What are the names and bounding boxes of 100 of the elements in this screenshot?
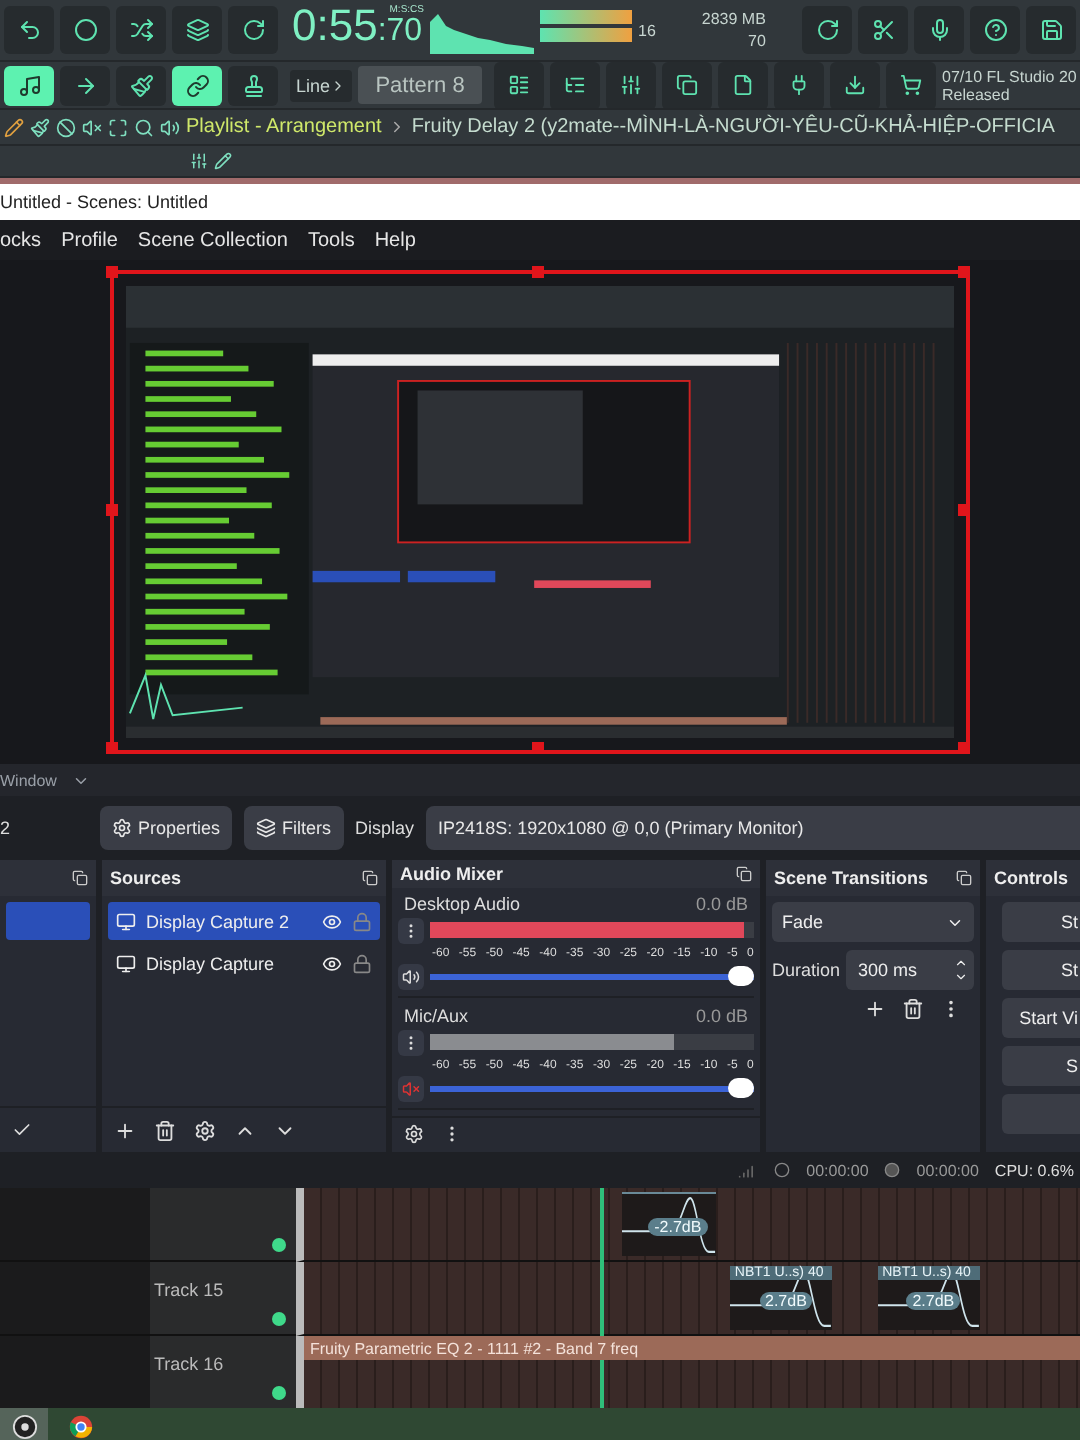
sliders-icon[interactable] — [190, 152, 208, 170]
channel-name: Desktop Audio — [404, 893, 521, 914]
undock-icon[interactable] — [956, 870, 972, 886]
menu-item[interactable]: Scene Collection — [137, 229, 288, 251]
track-header[interactable]: Track 16 — [150, 1336, 296, 1408]
track-header[interactable]: Track 15 — [150, 1262, 296, 1334]
add-icon[interactable] — [114, 1119, 136, 1141]
toolbar-button[interactable] — [228, 6, 278, 54]
eye-icon[interactable] — [322, 911, 342, 931]
settings-icon[interactable] — [404, 1124, 424, 1145]
toolbar-button[interactable] — [914, 6, 964, 54]
display-select[interactable]: IP2418S: 1920x1080 @ 0,0 (Primary Monitor) — [426, 806, 1080, 850]
toolbar-button[interactable] — [886, 62, 937, 108]
tool-button[interactable] — [60, 65, 110, 105]
download-icon — [844, 74, 867, 96]
toolbar-button[interactable] — [550, 62, 601, 108]
toolbar-button[interactable] — [970, 6, 1020, 54]
resize-handle[interactable] — [106, 266, 118, 278]
tool-button[interactable] — [4, 65, 54, 105]
toolbar-button[interactable] — [60, 6, 110, 54]
volume-slider[interactable] — [430, 966, 754, 987]
speaker-icon[interactable] — [398, 963, 424, 990]
snap-dropdown[interactable]: Line — [290, 69, 353, 101]
control-button[interactable]: St — [1002, 950, 1080, 990]
monitor-icon[interactable] — [116, 953, 136, 973]
stream-icon[interactable] — [884, 1162, 901, 1178]
taskbar-app[interactable] — [0, 1408, 48, 1440]
toolbar-button[interactable] — [4, 6, 54, 54]
control-button[interactable]: S — [1002, 1046, 1080, 1086]
source-item[interactable]: Display Capture 2 — [108, 902, 380, 940]
check-icon[interactable] — [12, 1120, 32, 1140]
filters-button[interactable]: Filters — [244, 806, 344, 850]
toolbar-button[interactable] — [606, 62, 657, 108]
ban-icon[interactable] — [56, 117, 76, 137]
transition-select[interactable]: Fade — [772, 902, 974, 942]
eye-icon[interactable] — [322, 953, 342, 973]
resize-handle[interactable] — [958, 266, 970, 278]
toolbar-button[interactable] — [858, 6, 908, 54]
mute-icon[interactable] — [82, 117, 102, 137]
control-button[interactable]: St — [1002, 902, 1080, 942]
toolbar-button[interactable] — [830, 62, 881, 108]
resize-handle[interactable] — [958, 504, 970, 516]
clip-value: -2.7dB — [648, 1218, 708, 1237]
track-led[interactable] — [272, 1238, 286, 1252]
properties-button[interactable]: Properties — [100, 806, 233, 850]
brush-icon[interactable] — [30, 117, 50, 137]
record-icon[interactable] — [774, 1162, 791, 1178]
pencil-icon[interactable] — [214, 152, 232, 170]
resize-handle[interactable] — [532, 266, 544, 278]
volume-slider[interactable] — [430, 1078, 754, 1099]
monitor-icon[interactable] — [116, 911, 136, 931]
trash-icon[interactable] — [154, 1119, 176, 1141]
resize-handle[interactable] — [106, 742, 118, 754]
resize-handle[interactable] — [106, 504, 118, 516]
toolbar-button[interactable] — [1026, 6, 1076, 54]
add-icon[interactable] — [864, 998, 886, 1020]
track-led[interactable] — [272, 1312, 286, 1326]
clip-value: 2.7dB — [759, 1292, 813, 1311]
automation-clip[interactable]: Fruity Parametric EQ 2 - 1111 #2 - Band 7 freq — [304, 1336, 1080, 1360]
layers-icon — [256, 818, 277, 838]
track-led[interactable] — [272, 1386, 286, 1400]
resize-handle[interactable] — [532, 742, 544, 754]
tool-button[interactable] — [228, 65, 278, 105]
menu-item[interactable]: Help — [374, 229, 416, 251]
toolbar-button[interactable] — [774, 62, 825, 108]
menu-item[interactable]: ocks — [0, 229, 42, 251]
muted-speaker-icon[interactable] — [398, 1075, 424, 1102]
toolbar-button[interactable] — [802, 6, 852, 54]
trash-icon[interactable] — [902, 998, 924, 1020]
signal-icon[interactable] — [738, 1160, 759, 1180]
source-item[interactable]: Display Capture — [108, 944, 380, 982]
tool-button[interactable] — [116, 65, 166, 105]
undock-icon[interactable] — [72, 870, 88, 886]
playlist-title: Playlist - Arrangement — [186, 116, 382, 138]
speaker-icon[interactable] — [160, 117, 180, 137]
pencil-icon[interactable] — [4, 117, 24, 137]
resize-handle[interactable] — [958, 742, 970, 754]
tool-button[interactable] — [172, 65, 222, 105]
settings-icon[interactable] — [194, 1119, 216, 1141]
select-icon[interactable] — [108, 117, 128, 137]
automation-clip[interactable]: -2.7dB — [622, 1192, 716, 1256]
pattern-selector[interactable]: Pattern 8 — [358, 66, 483, 104]
menu-item[interactable]: Tools — [307, 229, 355, 251]
duration-field[interactable]: 300 ms — [846, 950, 974, 990]
toolbar-button[interactable] — [662, 62, 713, 108]
toolbar-button[interactable] — [718, 62, 769, 108]
undock-icon[interactable] — [362, 870, 378, 886]
cpu-usage: CPU: 0.6% — [994, 1161, 1074, 1179]
toolbar-button[interactable] — [494, 62, 545, 108]
menu-icon[interactable] — [398, 917, 424, 944]
toolbar-button[interactable] — [116, 6, 166, 54]
menu-item[interactable]: Profile — [61, 229, 118, 251]
menu-icon[interactable] — [398, 1029, 424, 1056]
tree-icon — [564, 74, 587, 96]
search-icon[interactable] — [134, 117, 154, 137]
lock-icon[interactable] — [352, 953, 372, 973]
undock-icon[interactable] — [736, 865, 752, 882]
control-button[interactable]: Start Vi — [1002, 998, 1080, 1038]
stream-time: 00:00:00 — [916, 1161, 979, 1179]
toolbar-button[interactable] — [172, 6, 222, 54]
